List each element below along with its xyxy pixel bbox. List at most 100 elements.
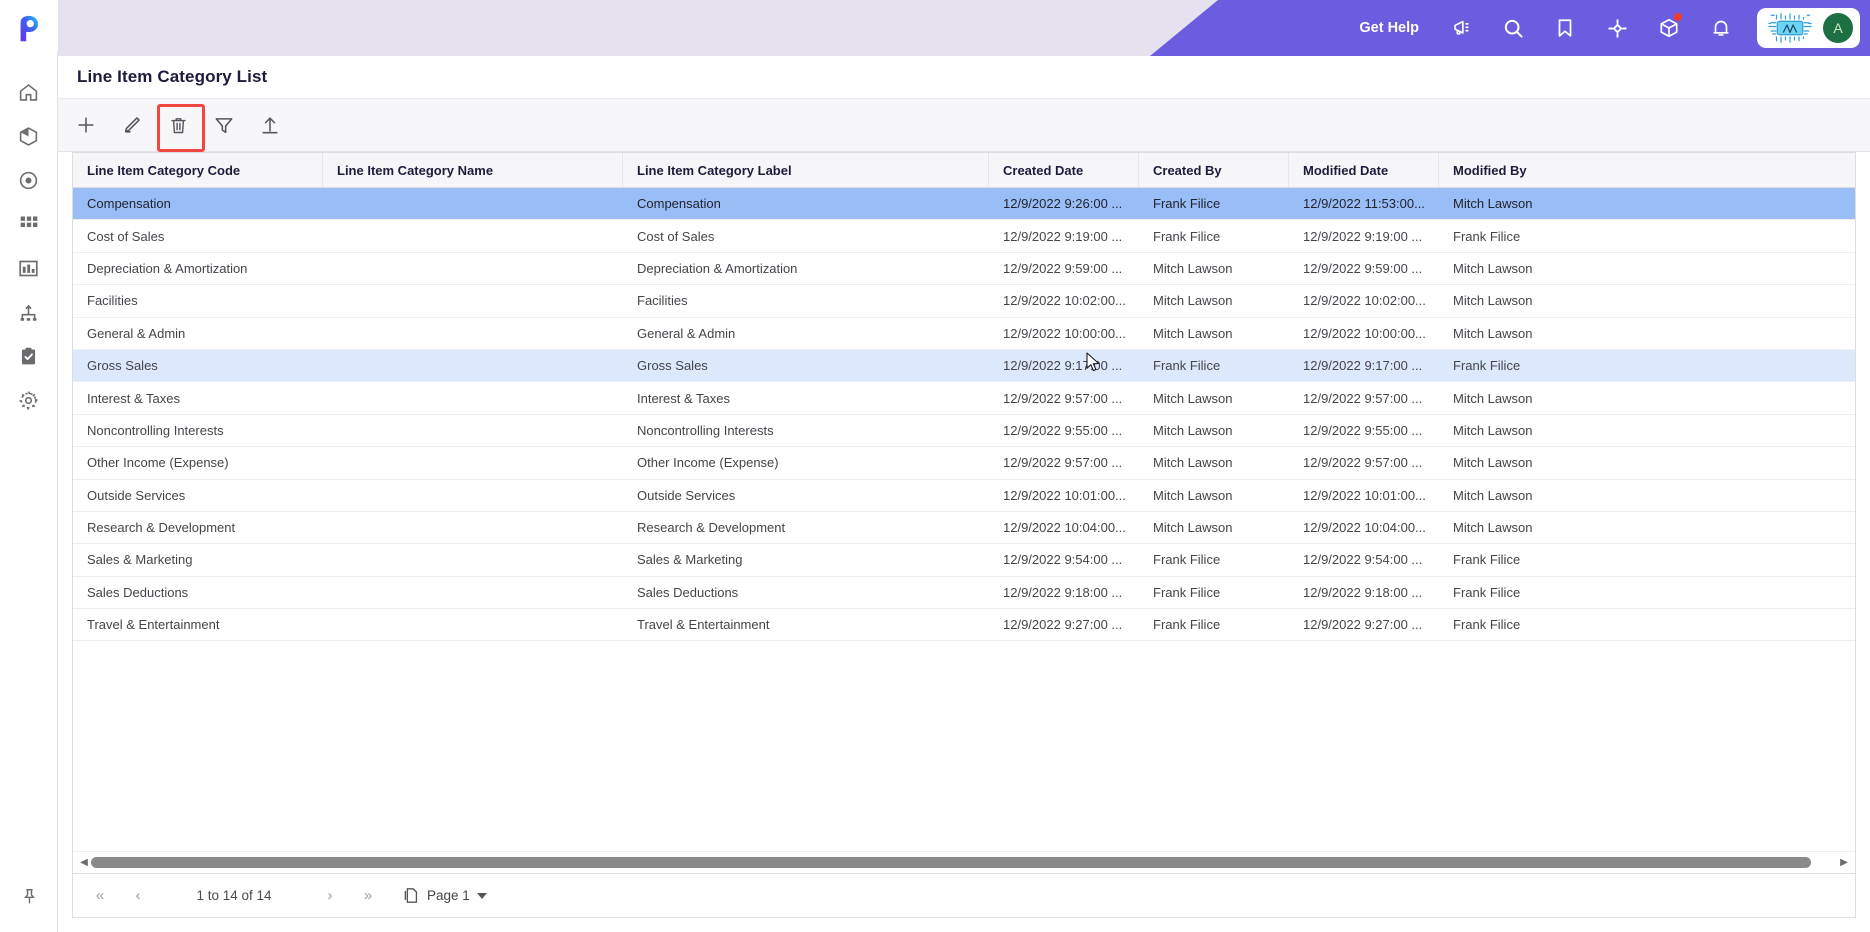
table-cell: Frank Filice [1153,358,1221,374]
table-cell: General & Admin [637,325,736,341]
table-cell: Frank Filice [1153,617,1221,633]
table-row[interactable]: Facilities Facilities 12/9/2022 10:02:00..… [73,285,1855,318]
table-cell: Frank Filice [1453,617,1521,633]
table-cell: Gross Sales [637,358,708,374]
table-cell: Outside Services [87,487,186,503]
scroll-thumb[interactable] [91,857,1811,868]
table-cell: 12/9/2022 10:04:00... [1003,520,1126,536]
table-cell: Noncontrolling Interests [87,422,224,438]
table-cell: 12/9/2022 9:19:00 ... [1003,228,1123,244]
table-cell: 12/9/2022 9:17:00 ... [1003,358,1123,374]
action-toolbar [58,98,1870,152]
sidebar-item-home[interactable] [7,70,51,114]
page-selector[interactable]: Page 1 [401,886,487,905]
table-cell: Frank Filice [1153,584,1221,600]
column-header-created-by[interactable]: Created By [1139,153,1289,187]
delete-button[interactable] [157,104,205,152]
horizontal-scrollbar[interactable]: ◀ ▶ [73,851,1855,873]
table-cell: Cost of Sales [87,228,165,244]
table-cell: Mitch Lawson [1153,520,1233,536]
avatar[interactable]: A [1823,13,1853,43]
table-cell: Research & Development [637,520,786,536]
sidebar-item-apps[interactable] [7,202,51,246]
cube-icon [19,126,38,146]
scroll-right-arrow[interactable]: ▶ [1837,852,1851,874]
add-button[interactable] [68,107,104,143]
bookmarks-button[interactable] [1539,0,1591,56]
table-cell: Facilities [87,293,138,309]
table-cell: 12/9/2022 10:02:00... [1303,293,1426,309]
announcements-button[interactable] [1435,0,1487,56]
filter-icon [215,118,233,134]
sidebar-item-target[interactable] [7,158,51,202]
grid-header-row: Line Item Category Code Line Item Catego… [73,153,1855,188]
table-cell [323,382,623,413]
user-chip[interactable]: A [1757,8,1860,48]
table-row[interactable]: Sales & Marketing Sales & Marketing 12/9/2… [73,544,1855,577]
filter-button[interactable] [206,107,242,143]
table-row[interactable]: Research & Development Research & Develop… [73,512,1855,545]
gear-icon [19,390,38,410]
table-cell: 12/9/2022 9:57:00 ... [1303,390,1423,406]
table-cell: Mitch Lawson [1453,455,1533,471]
sidebar-item-tasks[interactable] [7,334,51,378]
table-cell: Mitch Lawson [1153,390,1233,406]
table-cell: Mitch Lawson [1153,487,1233,503]
notifications-button[interactable] [1695,0,1747,56]
table-cell: 12/9/2022 10:00:00... [1003,325,1126,341]
prev-page-button[interactable]: ‹ [121,879,155,913]
table-cell: General & Admin [87,325,186,341]
table-row[interactable]: Interest & Taxes Interest & Taxes 12/9/202… [73,382,1855,415]
table-cell: Frank Filice [1453,584,1521,600]
pin-nav-button[interactable] [7,874,51,918]
sidebar-item-cases[interactable] [7,114,51,158]
scroll-track[interactable] [91,852,1837,874]
table-row[interactable]: Gross Sales Gross Sales 12/9/2022 9:17:00 … [73,349,1855,383]
table-row[interactable]: Other Income (Expense) Other Income (Expe… [73,447,1855,480]
table-cell: Frank Filice [1453,228,1521,244]
table-cell [323,577,623,608]
table-row[interactable]: Outside Services Outside Services 12/9/202… [73,480,1855,512]
table-row[interactable]: Cost of Sales Cost of Sales 12/9/2022 9:19… [73,220,1855,253]
sidebar-item-reports[interactable] [7,246,51,290]
table-row[interactable]: General & Admin General & Admin 12/9/2022 … [73,318,1855,350]
table-cell: 12/9/2022 9:18:00 ... [1303,584,1423,600]
table-cell [323,544,623,575]
packages-button[interactable] [1643,0,1695,56]
column-header-code[interactable]: Line Item Category Code [73,153,323,187]
search-button[interactable] [1487,0,1539,56]
table-cell [323,609,623,640]
table-row[interactable]: Travel & Entertainment Travel & Entertain… [73,609,1855,642]
get-help-button[interactable]: Get Help [1343,20,1435,36]
table-cell: 12/9/2022 9:57:00 ... [1303,455,1423,471]
table-cell: 12/9/2022 10:02:00... [1003,293,1126,309]
table-row[interactable]: Compensation Compensation 12/9/2022 9:26:0… [73,188,1855,221]
app-logo[interactable] [0,0,58,58]
pencil-icon [124,117,140,133]
column-header-created-date[interactable]: Created Date [989,153,1139,187]
scroll-left-arrow[interactable]: ◀ [77,852,91,874]
table-row[interactable]: Sales Deductions Sales Deductions 12/9/202… [73,577,1855,610]
first-page-button[interactable]: « [83,879,117,913]
column-header-modified-date[interactable]: Modified Date [1289,153,1439,187]
column-header-name[interactable]: Line Item Category Name [323,153,623,187]
column-header-modified-by[interactable]: Modified By [1439,153,1587,187]
next-page-button[interactable]: › [313,879,347,913]
explore-button[interactable] [1591,0,1643,56]
compass-icon [1607,18,1627,38]
sidebar-item-settings[interactable] [7,378,51,422]
table-cell: 12/9/2022 10:04:00... [1303,520,1426,536]
table-cell: Compensation [87,196,171,212]
export-button[interactable] [252,107,288,143]
left-nav-rail [0,0,58,932]
table-cell [323,253,623,284]
chevron-down-icon [476,892,487,899]
column-header-label[interactable]: Line Item Category Label [623,153,989,187]
table-row[interactable]: Noncontrolling Interests Noncontrolling I… [73,415,1855,448]
last-page-button[interactable]: » [351,879,385,913]
table-cell [323,512,623,543]
edit-button[interactable] [114,107,150,143]
sidebar-item-org[interactable] [7,290,51,334]
table-row[interactable]: Depreciation & Amortization Depreciation … [73,253,1855,286]
record-range-label: 1 to 14 of 14 [196,888,272,903]
